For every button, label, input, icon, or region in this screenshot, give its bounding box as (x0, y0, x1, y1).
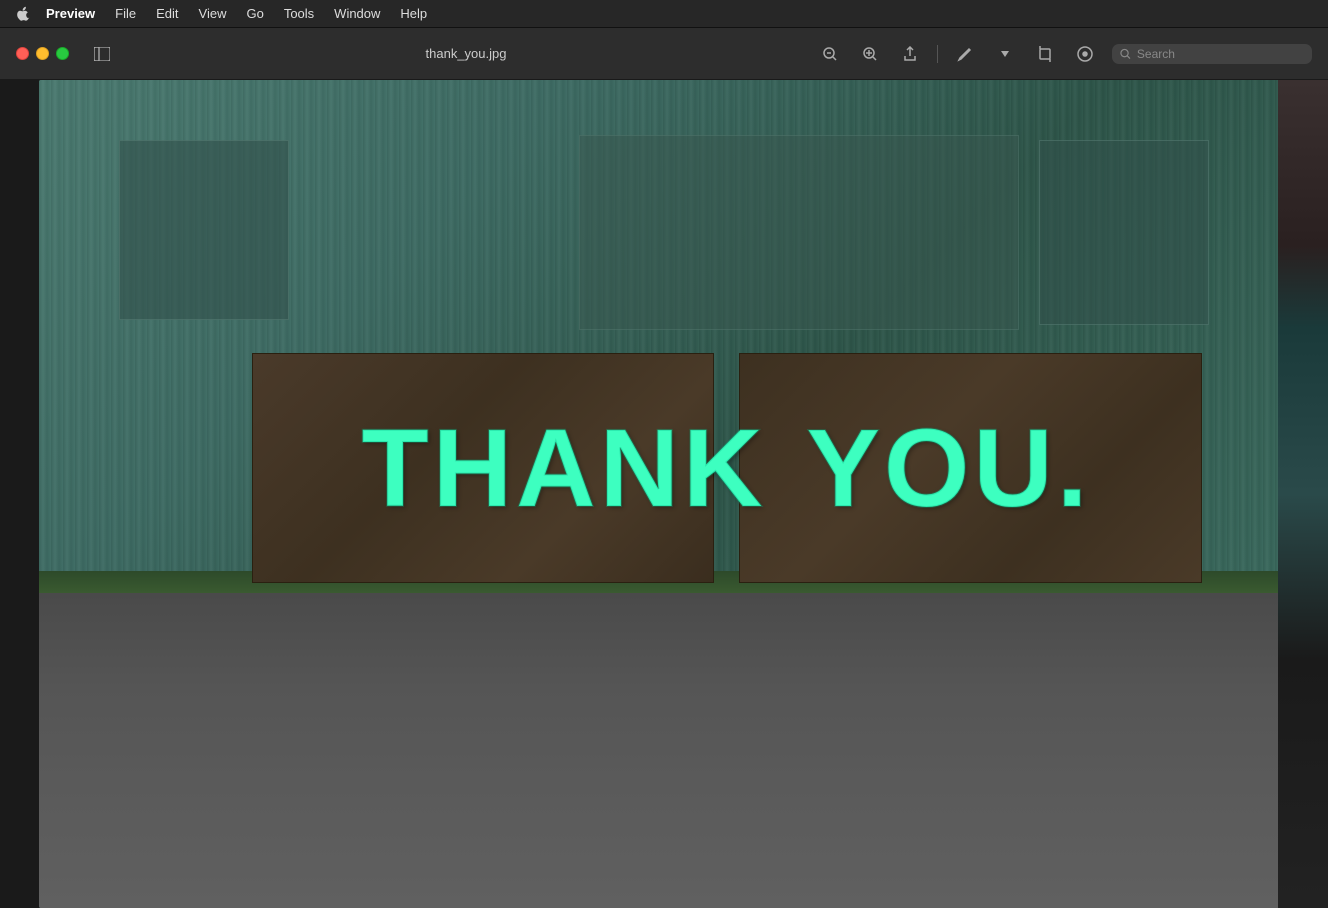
menu-window[interactable]: Window (326, 4, 388, 23)
adjust-button[interactable] (1072, 41, 1098, 67)
maximize-button[interactable] (56, 47, 69, 60)
thank-text: THANK (362, 405, 767, 532)
strip-content (1278, 80, 1328, 908)
wall-panel-right (1039, 140, 1209, 325)
traffic-lights (16, 47, 69, 60)
search-box (1112, 44, 1312, 64)
photo-frame: THANK YOU. (39, 80, 1289, 908)
minimize-button[interactable] (36, 47, 49, 60)
menu-go[interactable]: Go (238, 4, 271, 23)
right-edge-strip (1278, 80, 1328, 908)
markup-dropdown-button[interactable] (992, 41, 1018, 67)
search-input[interactable] (1137, 47, 1304, 61)
close-button[interactable] (16, 47, 29, 60)
wall-panel-left (119, 140, 289, 320)
photo-canvas: THANK YOU. (39, 80, 1289, 908)
menu-tools[interactable]: Tools (276, 4, 322, 23)
you-text: YOU. (807, 405, 1092, 532)
share-button[interactable] (897, 41, 923, 67)
menu-bar: Preview File Edit View Go Tools Window H… (0, 0, 1328, 28)
markup-button[interactable] (952, 41, 978, 67)
wall-panel-center (579, 135, 1019, 330)
ground (39, 593, 1289, 908)
menu-view[interactable]: View (191, 4, 235, 23)
toolbar-divider (937, 45, 938, 63)
toolbar: thank_you.jpg (0, 28, 1328, 80)
sidebar-toggle-button[interactable] (89, 41, 115, 67)
zoom-in-button[interactable] (857, 41, 883, 67)
sign-text-container: THANK YOU. (252, 383, 1202, 553)
window-title: thank_you.jpg (426, 46, 507, 61)
search-icon (1120, 48, 1131, 60)
zoom-out-button[interactable] (817, 41, 843, 67)
toolbar-icons (817, 41, 1312, 67)
menu-help[interactable]: Help (392, 4, 435, 23)
menu-file[interactable]: File (107, 4, 144, 23)
menu-preview[interactable]: Preview (38, 4, 103, 23)
apple-menu[interactable] (12, 3, 34, 25)
crop-button[interactable] (1032, 41, 1058, 67)
menu-edit[interactable]: Edit (148, 4, 186, 23)
content-area: THANK YOU. (0, 80, 1328, 908)
